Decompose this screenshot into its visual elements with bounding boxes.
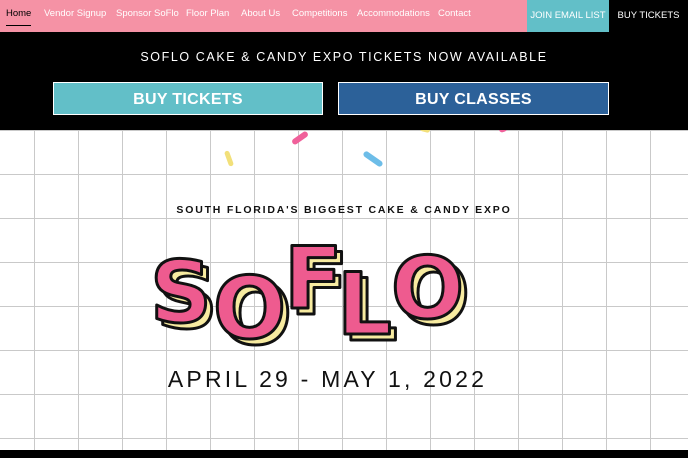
announcement-text: SOFLO CAKE & CANDY EXPO TICKETS NOW AVAI… [140,50,548,64]
nav-link-contact[interactable]: Contact [438,0,471,28]
footer-band [0,450,688,458]
logo-letter-o: O O [212,258,294,360]
nav-link-accommodations[interactable]: Accommodations [357,0,430,28]
logo-letter-l: L L [336,254,400,360]
buy-classes-button[interactable]: BUY CLASSES [338,82,609,115]
buy-tickets-button[interactable]: BUY TICKETS [53,82,323,115]
sprinkle [223,150,235,167]
nav-buy-tickets-button[interactable]: BUY TICKETS [609,0,688,32]
sprinkle [362,150,384,168]
sprinkle [419,130,431,134]
hero-tagline: SOUTH FLORIDA'S BIGGEST CAKE & CANDY EXP… [176,204,512,216]
svg-text:O: O [213,259,286,359]
logo-letter-s: S S [149,242,220,351]
announcement-band [0,32,688,130]
nav-link-home[interactable]: Home [6,0,32,28]
svg-text:S: S [150,243,212,343]
soflo-logo: S S O O F F L L O O [149,228,472,360]
nav-link-about-us[interactable]: About Us [241,0,280,28]
nav-link-floor-plan[interactable]: Floor Plan [186,0,229,28]
logo-letter-o-2: O O [390,238,472,347]
svg-text:F: F [284,229,343,329]
nav-link-competitions[interactable]: Competitions [292,0,347,28]
sprinkle [498,130,508,134]
join-email-list-button[interactable]: JOIN EMAIL LIST [527,0,609,32]
nav-link-sponsor-soflo[interactable]: Sponsor SoFlo [116,0,179,28]
sprinkle [290,130,310,146]
svg-text:L: L [337,255,392,355]
nav-link-label: Home [6,8,32,19]
nav-link-vendor-signup[interactable]: Vendor Signup [44,0,106,28]
top-navigation: Home Vendor Signup Sponsor SoFlo Floor P… [0,0,688,32]
event-date: APRIL 29 - MAY 1, 2022 [167,366,488,392]
svg-text:O: O [391,239,464,339]
active-underline [6,24,32,26]
